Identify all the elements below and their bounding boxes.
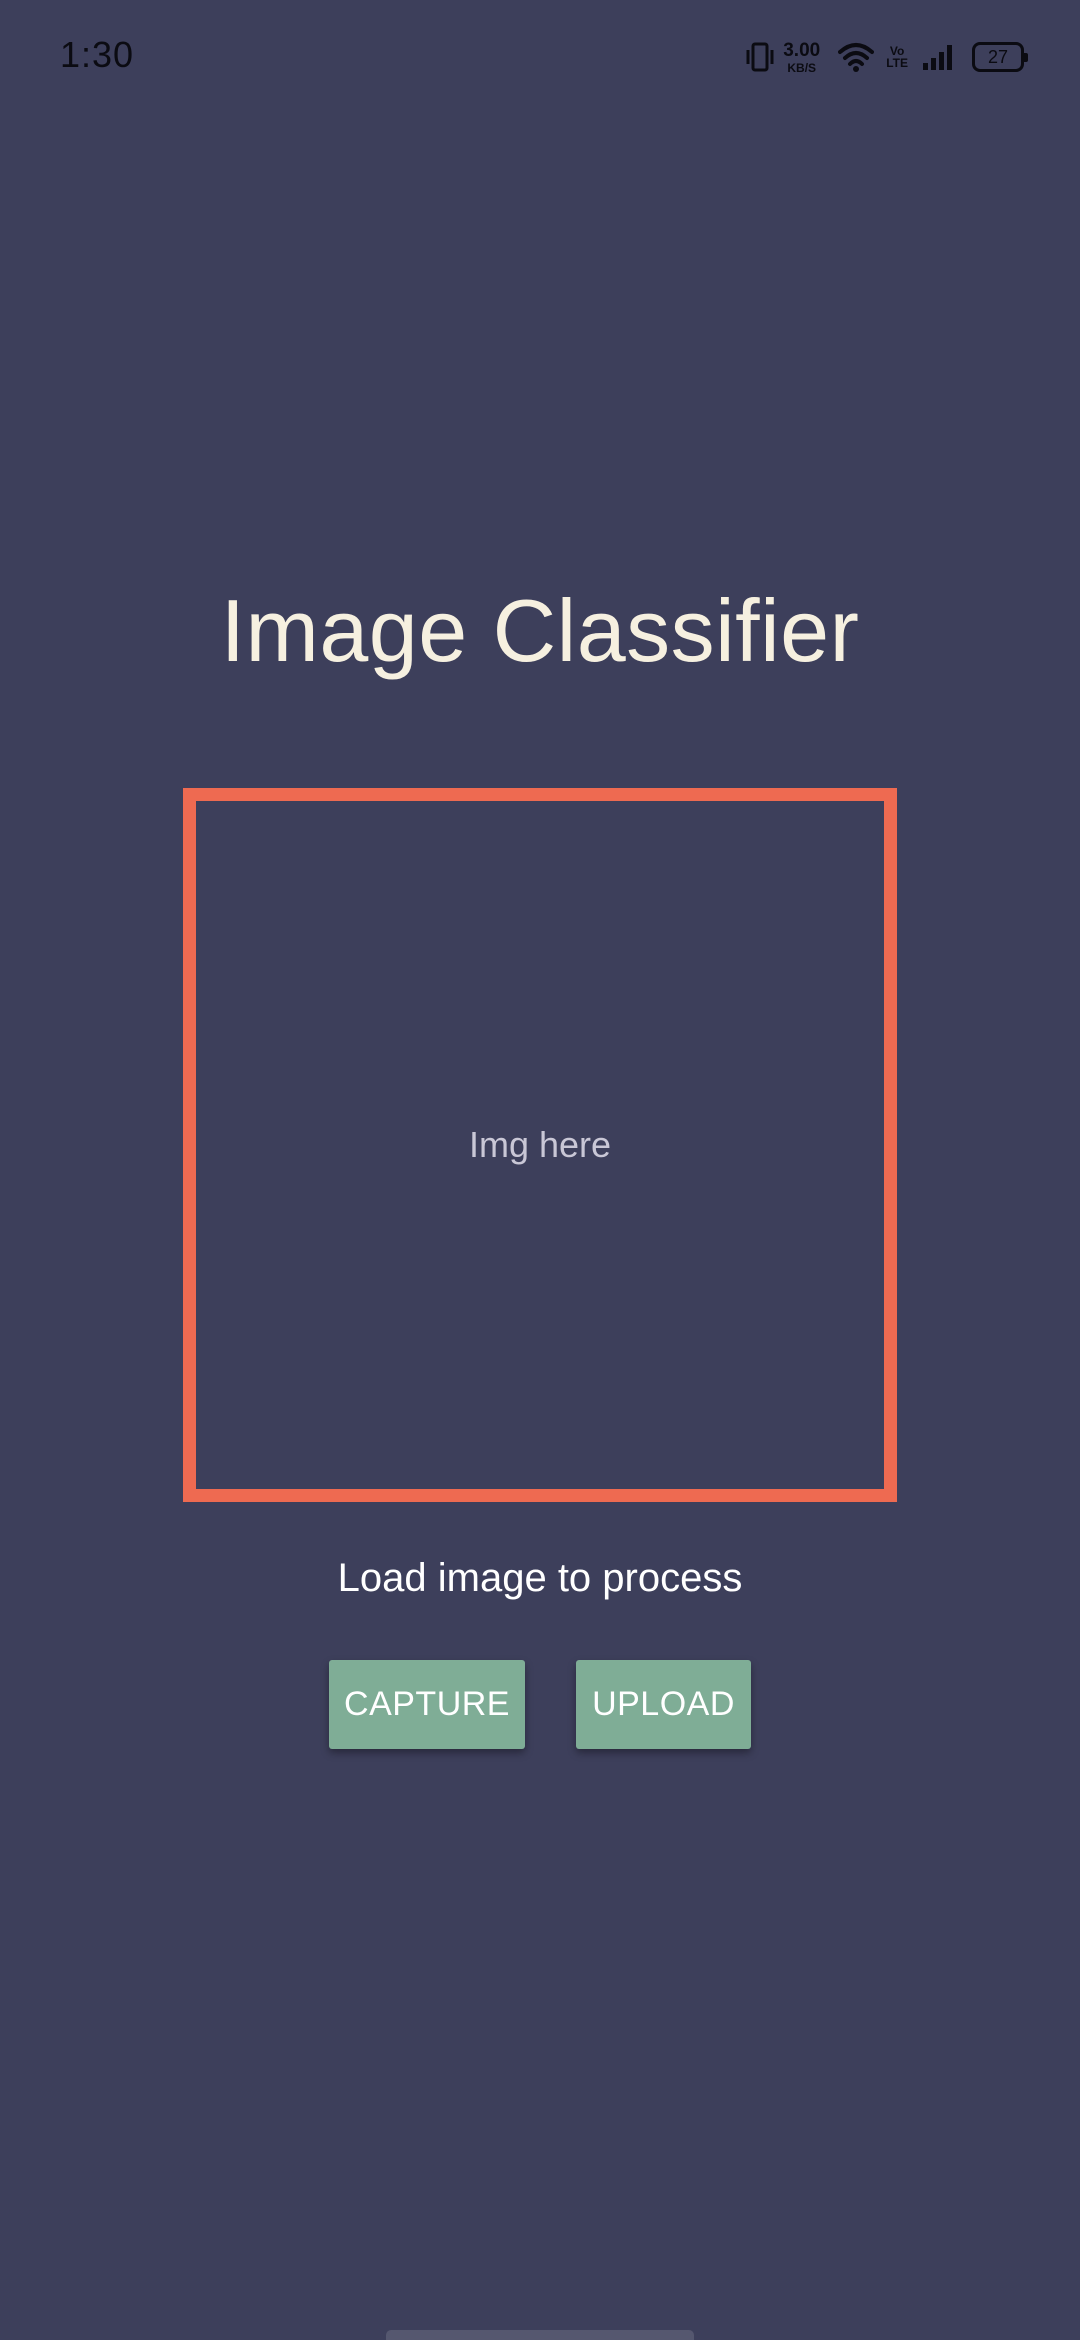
image-preview-frame: Img here [183,788,897,1502]
home-indicator[interactable] [386,2330,694,2340]
status-time: 1:30 [60,34,135,75]
upload-button[interactable]: UPLOAD [576,1660,751,1749]
network-speed-value: 3.00 [783,39,821,61]
image-placeholder-text: Img here [468,1124,612,1165]
capture-button[interactable]: CAPTURE [329,1660,525,1749]
volte-icon: Vo LTE [886,45,908,69]
battery-level: 27 [987,46,1009,67]
status-bar: 1:30 3.00 KB/S Vo LTE 27 [0,0,1080,110]
vibrate-icon [745,41,775,73]
signal-icon [922,43,954,71]
wifi-icon [838,42,875,72]
status-message: Load image to process [337,1556,743,1600]
network-speed-unit: KB/S [787,60,817,75]
status-icons: 3.00 KB/S Vo LTE 27 [745,36,1028,78]
network-speed: 3.00 KB/S [783,41,820,74]
page-title: Image Classifier [220,581,860,680]
battery-icon: 27 [972,42,1028,72]
volte-bottom-label: LTE [886,56,908,70]
